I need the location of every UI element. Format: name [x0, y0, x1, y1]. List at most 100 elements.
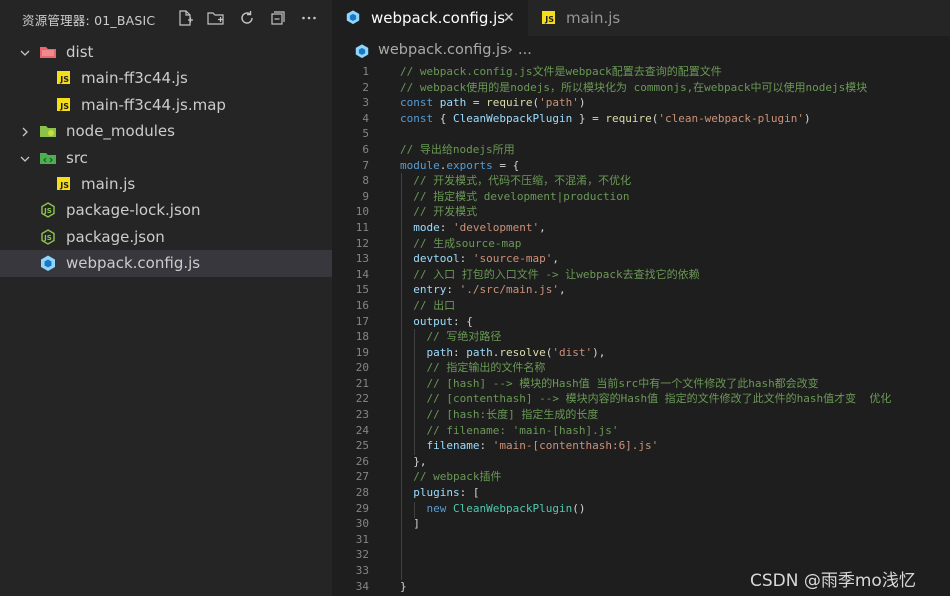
tab-main-js[interactable]: JS main.js	[528, 0, 650, 36]
code-line[interactable]: 20 // 指定输出的文件名称	[332, 360, 950, 376]
code-line[interactable]: 24 // filename: 'main-[hash].js'	[332, 423, 950, 439]
more-icon[interactable]	[293, 6, 324, 30]
code-line[interactable]: 5	[332, 126, 950, 142]
new-folder-icon[interactable]	[200, 6, 231, 30]
line-source: // filename: 'main-[hash].js'	[400, 423, 619, 439]
tree-item-main-ff3c44-js[interactable]: JS main-ff3c44.js	[0, 65, 332, 91]
code-token: resolve	[499, 345, 546, 359]
code-token: ),	[592, 345, 606, 359]
code-line[interactable]: 3 const path = require('path')	[332, 95, 950, 111]
code-token: path	[439, 96, 467, 110]
code-token: module	[400, 158, 440, 172]
code-line[interactable]: 28 plugins: [	[332, 485, 950, 501]
code-token: mode	[413, 220, 440, 234]
code-token: }	[400, 579, 407, 593]
code-line[interactable]: 17 output: {	[332, 314, 950, 330]
code-token: // 指定输出的文件名称	[426, 361, 546, 375]
tree-item-package-lock-json[interactable]: JS package-lock.json	[0, 197, 332, 223]
tree-item-label: webpack.config.js	[66, 254, 201, 273]
collapse-all-icon[interactable]	[262, 6, 293, 30]
line-number: 4	[362, 111, 369, 125]
code-line[interactable]: 14 // 入口 打包的入口文件 -> 让webpack去查找它的依赖	[332, 267, 950, 283]
breadcrumb-file[interactable]: webpack.config.js	[378, 42, 508, 58]
code-token: // 出口	[413, 298, 456, 312]
code-line[interactable]: 8 // 开发模式，代码不压缩，不混淆，不优化	[332, 173, 950, 189]
new-file-icon[interactable]	[169, 6, 200, 30]
line-number: 2	[362, 80, 369, 94]
tree-item-package-json[interactable]: JS package.json	[0, 224, 332, 250]
code-token: // [hash:长度] 指定生成的长度	[426, 408, 599, 422]
code-token: )	[804, 111, 811, 125]
file-tree: dist JS main-ff3c44.js JS main-ff3c44.js…	[0, 39, 332, 277]
code-token: path	[426, 345, 454, 359]
svg-text:JS: JS	[43, 207, 52, 215]
code-line[interactable]: 12 // 生成source-map	[332, 236, 950, 252]
code-token: const	[400, 111, 440, 125]
tree-item-dist[interactable]: dist	[0, 39, 332, 65]
line-number: 15	[355, 283, 369, 297]
code-token: // webpack.config.js文件是webpack配置去查询的配置文件	[400, 65, 722, 78]
code-line[interactable]: 21 // [hash] --> 模块的Hash值 当前src中有一个文件修改了…	[332, 376, 950, 392]
line-number: 9	[362, 189, 369, 203]
line-source: ]	[400, 516, 420, 532]
tree-item-webpack-config-js[interactable]: webpack.config.js	[0, 250, 332, 277]
code-line[interactable]: 16 // 出口	[332, 298, 950, 314]
code-line[interactable]: 6 // 导出给nodejs所用	[332, 142, 950, 158]
code-line[interactable]: 2 // webpack使用的是nodejs，所以模块化为 commonjs,在w…	[332, 80, 950, 96]
code-token: :	[446, 283, 460, 297]
tree-item-main-ff3c44-js-map[interactable]: JS main-ff3c44.js.map	[0, 92, 332, 118]
code-line[interactable]: 22 // [contenthash] --> 模块内容的Hash值 指定的文件…	[332, 391, 950, 407]
code-token: 'dist'	[552, 345, 593, 359]
code-token: ,	[552, 252, 559, 266]
code-token: :	[459, 252, 473, 266]
line-number: 26	[355, 454, 369, 468]
code-line[interactable]: 27 // webpack插件	[332, 469, 950, 485]
line-number: 8	[362, 174, 369, 188]
code-token: :	[479, 439, 493, 453]
code-line[interactable]: 15 entry: './src/main.js',	[332, 282, 950, 298]
tree-item-main-js[interactable]: JS main.js	[0, 171, 332, 197]
svg-text:JS: JS	[43, 234, 52, 242]
code-token: : {	[453, 314, 473, 328]
line-source: // webpack.config.js文件是webpack配置去查询的配置文件	[400, 64, 722, 80]
code-token: ()	[572, 501, 586, 515]
line-number: 29	[355, 501, 369, 515]
line-source: // [contenthash] --> 模块内容的Hash值 指定的文件修改了…	[400, 391, 892, 407]
code-line[interactable]: 18 // 写绝对路径	[332, 329, 950, 345]
code-line[interactable]: 19 path: path.resolve('dist'),	[332, 345, 950, 361]
tab-webpack-config[interactable]: webpack.config.js ✕	[332, 0, 528, 36]
node-folder-icon	[40, 126, 56, 138]
tree-item-node-modules[interactable]: node_modules	[0, 118, 332, 144]
refresh-icon[interactable]	[231, 6, 262, 30]
close-icon[interactable]: ✕	[503, 10, 515, 26]
code-line[interactable]: 1 // webpack.config.js文件是webpack配置去查询的配置文…	[332, 64, 950, 80]
code-line[interactable]: 31	[332, 532, 950, 548]
code-line[interactable]: 29 new CleanWebpackPlugin()	[332, 501, 950, 517]
js-file-icon: JS	[56, 176, 74, 192]
code-line[interactable]: 23 // [hash:长度] 指定生成的长度	[332, 407, 950, 423]
line-source: // 生成source-map	[400, 236, 521, 252]
code-token: CleanWebpackPlugin	[453, 111, 573, 125]
code-line[interactable]: 4 const { CleanWebpackPlugin } = require(…	[332, 111, 950, 127]
code-line[interactable]: 25 filename: 'main-[contenthash:6].js'	[332, 438, 950, 454]
code-token: new	[426, 501, 453, 515]
line-source: mode: 'development',	[400, 220, 545, 236]
line-number: 28	[355, 486, 369, 500]
breadcrumb-more[interactable]: ...	[518, 42, 532, 58]
code-line[interactable]: 10 // 开发模式	[332, 204, 950, 220]
tree-item-src[interactable]: src	[0, 145, 332, 171]
code-token: :	[453, 345, 467, 359]
indent-guide	[414, 502, 415, 518]
explorer-title: 资源管理器: 01_BASIC	[22, 13, 156, 28]
code-line[interactable]: 13 devtool: 'source-map',	[332, 251, 950, 267]
code-token: },	[400, 454, 427, 468]
code-line[interactable]: 7 module.exports = {	[332, 158, 950, 174]
code-area[interactable]: 1 // webpack.config.js文件是webpack配置去查询的配置文…	[332, 64, 950, 594]
code-line[interactable]: 11 mode: 'development',	[332, 220, 950, 236]
code-line[interactable]: 32	[332, 547, 950, 563]
code-token: = {	[492, 158, 520, 172]
code-line[interactable]: 26 },	[332, 454, 950, 470]
code-line[interactable]: 30 ]	[332, 516, 950, 532]
code-line[interactable]: 9 // 指定模式 development|production	[332, 189, 950, 205]
line-number: 18	[355, 330, 369, 344]
